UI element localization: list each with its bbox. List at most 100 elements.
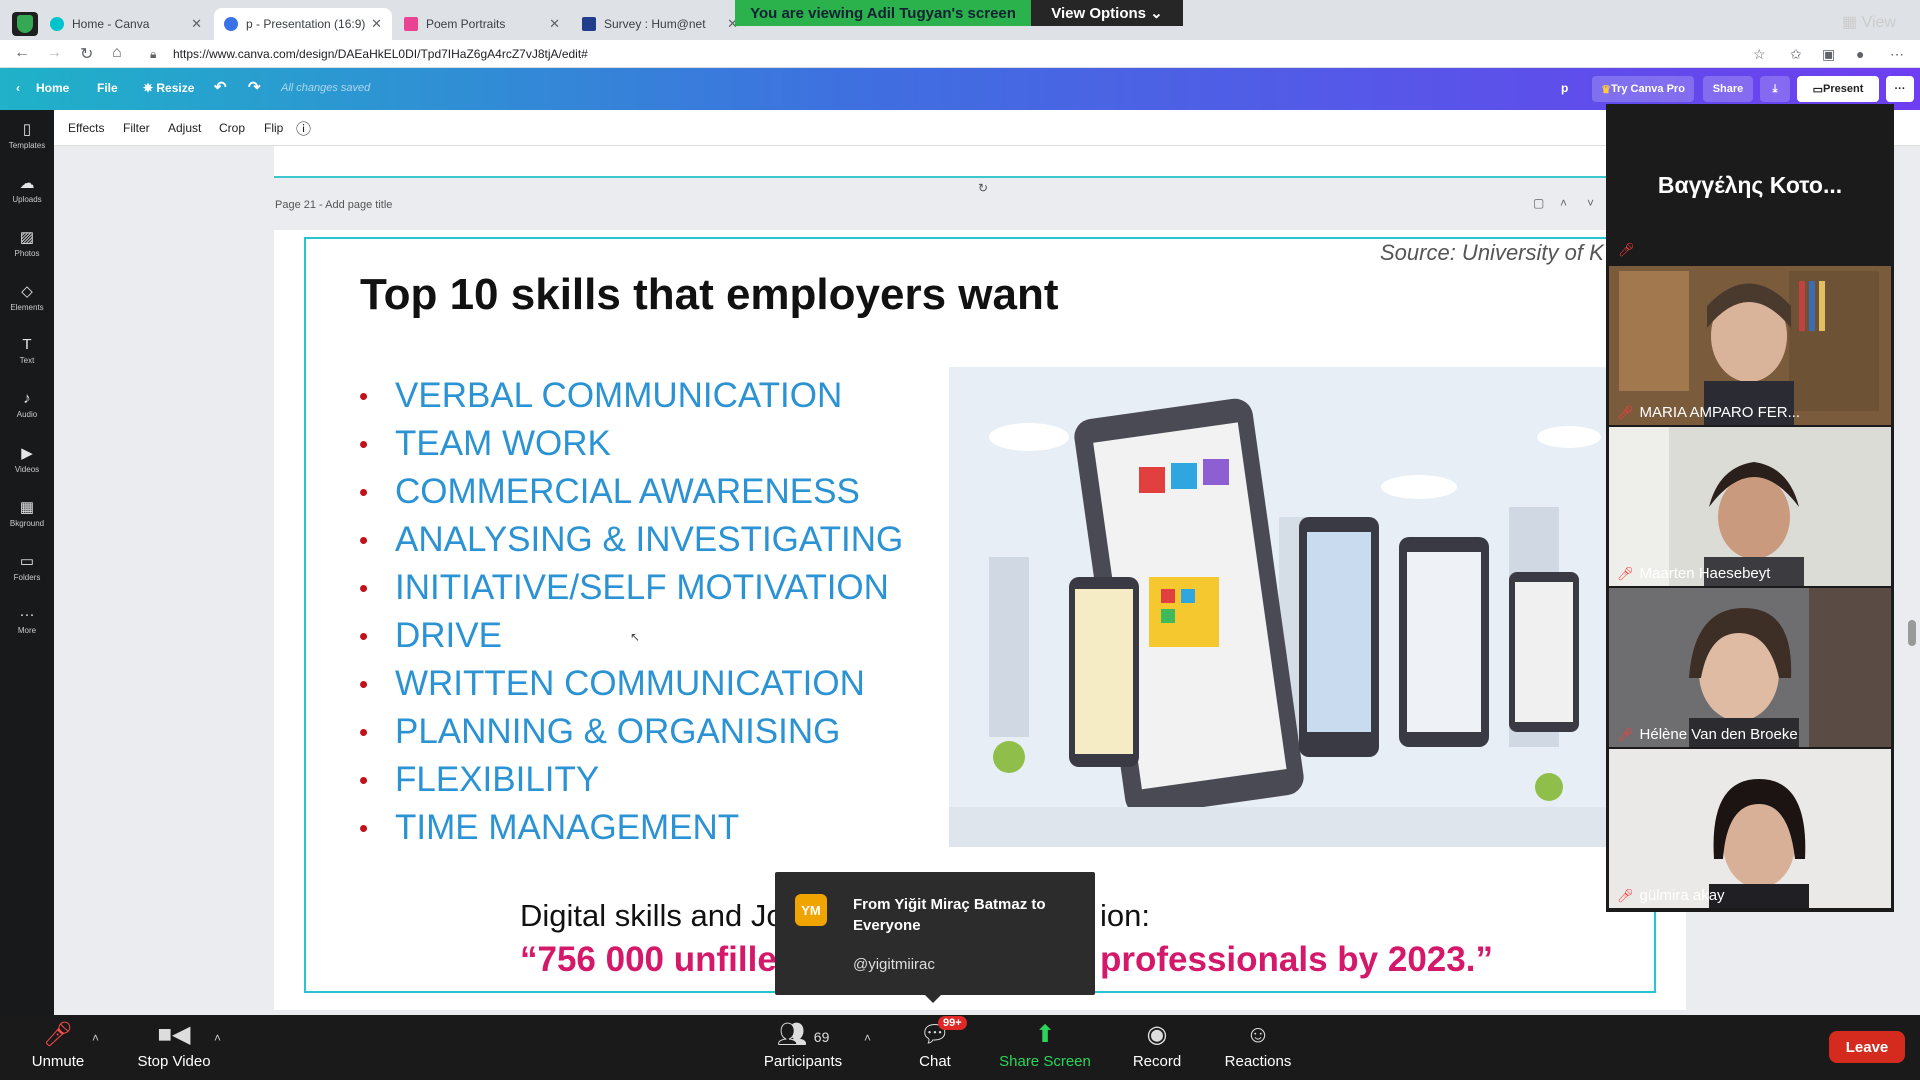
mic-muted-icon: 🎤︎ [1617,404,1634,420]
sidebar-item-uploads[interactable]: ☁ Uploads [0,174,54,204]
sidebar-item-elements[interactable]: ◇ Elements [0,282,54,312]
sidebar-item-audio[interactable]: ♪ Audio [0,390,54,419]
list-item: • TIME MANAGEMENT [355,804,915,852]
chevron-down-icon[interactable]: ˅ [1587,196,1594,210]
view-label: View [1861,14,1896,31]
source-text[interactable]: Source: University of K [1380,240,1604,266]
sidebar-item-folders[interactable]: ▭ Folders [0,552,54,582]
favorites-icon[interactable]: ✩ [1790,46,1802,63]
bookmark-star-icon[interactable]: ☆ [1753,46,1766,63]
redo-icon[interactable]: ↷ [248,78,261,96]
resize-button[interactable]: ✵ Resize [143,81,194,95]
download-icon[interactable]: ⤓ [1760,76,1790,102]
templates-icon: ▯ [22,121,32,138]
participants-button[interactable]: 👥︎ 69 Participants [758,1015,848,1080]
forward-icon[interactable]: → [46,44,62,62]
leave-button[interactable]: Leave [1829,1031,1905,1063]
rotate-icon[interactable]: ↻ [978,181,988,195]
adjust-button[interactable]: Adjust [168,121,201,135]
mic-muted-icon: 🎤︎ [42,1021,74,1048]
chevron-left-icon[interactable]: ‹ [16,81,20,95]
user-initial[interactable]: p [1561,81,1568,95]
skill-text: VERBAL COMMUNICATION [395,376,843,415]
sidebar-item-templates[interactable]: ▯ Templates [0,120,54,150]
quote-end[interactable]: professionals by 2023.” [1100,940,1493,980]
sidebar-label: Elements [10,303,44,312]
sidebar-label: Templates [8,141,46,150]
active-speaker-tile[interactable]: Βαγγέλης Κοτο... 🎤︎ [1608,104,1892,264]
chevron-up-icon[interactable]: ˄ [214,1031,221,1045]
share-screen-button[interactable]: ⬆ Share Screen [995,1015,1095,1080]
bullet-icon: • [359,620,369,651]
collections-icon[interactable]: ▣ [1822,46,1835,63]
tab-survey[interactable]: Survey : Hum@net ✕ [572,8,748,40]
reactions-label: Reactions [1224,1053,1292,1070]
url-field[interactable]: https://www.canva.com/design/DAEaHkEL0DI… [173,47,588,61]
tab-home-canva[interactable]: Home - Canva ✕ [40,8,212,40]
undo-icon[interactable]: ↶ [214,78,227,96]
reactions-button[interactable]: ☺ Reactions [1219,1015,1297,1080]
list-item: • COMMERCIAL AWARENESS [355,468,915,516]
view-options-button[interactable]: View Options ⌄ [1031,0,1183,26]
unmute-button[interactable]: 🎤︎ Unmute [18,1015,98,1080]
close-icon[interactable]: ✕ [191,16,202,32]
info-icon[interactable]: ⓘ [296,118,311,139]
back-icon[interactable]: ← [14,44,30,62]
more-options-icon[interactable]: ··· [1886,76,1914,102]
shield-icon[interactable] [12,12,38,36]
chat-notification[interactable]: YM From Yiğit Miraç Batmaz to Everyone @… [775,872,1095,1003]
resize-label: Resize [156,81,195,95]
share-button[interactable]: Share [1703,76,1753,102]
sidebar-item-text[interactable]: T Text [0,336,54,365]
skills-list[interactable]: • VERBAL COMMUNICATION • TEAM WORK • COMMER… [355,372,915,852]
effects-button[interactable]: Effects [68,121,104,135]
scrollbar[interactable] [1908,620,1916,646]
digital-workplace-illustration[interactable] [949,367,1606,847]
crop-button[interactable]: Crop [219,121,245,135]
sidebar-item-background[interactable]: ▦ Bkground [0,498,54,528]
page-title-label[interactable]: Page 21 - Add page title [275,199,392,211]
video-tile[interactable]: 🎤︎ MARIA AMPARO FER... [1609,266,1891,425]
notes-icon[interactable]: ▢ [1533,196,1544,210]
flip-button[interactable]: Flip [264,121,283,135]
avatar: YM [795,894,827,926]
present-button[interactable]: ▭ Present [1797,76,1879,102]
previous-page[interactable] [274,146,1686,178]
reload-icon[interactable]: ↻ [80,44,93,64]
sidebar-item-more[interactable]: ··· More [0,606,54,635]
unmute-label: Unmute [31,1053,85,1070]
filter-button[interactable]: Filter [123,121,150,135]
monitor-icon: ▭ [1812,83,1824,96]
chevron-up-icon[interactable]: ˄ [92,1031,99,1045]
slide-title[interactable]: Top 10 skills that employers want [360,270,1059,320]
view-button[interactable]: ▦ View [1842,12,1896,32]
chevron-up-icon[interactable]: ˄ [864,1031,871,1045]
video-tile[interactable]: 🎤︎ gülmira akay [1609,749,1891,908]
try-canva-pro-button[interactable]: ♛ Try Canva Pro [1592,76,1694,102]
tab-presentation[interactable]: p - Presentation (16:9) ✕ [214,8,392,40]
close-icon[interactable]: ✕ [371,16,382,32]
bottom-statement-end[interactable]: ion: [1100,898,1150,934]
record-button[interactable]: ◉ Record [1125,1015,1189,1080]
video-tile[interactable]: 🎤︎ Maarten Haesebeyt [1609,427,1891,586]
list-item: • WRITTEN COMMUNICATION [355,660,915,708]
elements-icon: ◇ [21,283,33,300]
menu-dots-icon[interactable]: ⋯ [1890,46,1904,63]
file-menu[interactable]: File [97,81,118,95]
participant-label: 🎤︎ MARIA AMPARO FER... [1617,404,1800,421]
quote-start[interactable]: “756 000 unfille [520,940,777,980]
profile-icon[interactable]: ● [1856,46,1864,62]
video-tile[interactable]: 🎤︎ Hélène Van den Broeke [1609,588,1891,747]
bottom-statement[interactable]: Digital skills and Jo [520,898,784,934]
home-icon[interactable]: ⌂ [112,44,122,62]
sidebar-item-photos[interactable]: ▨ Photos [0,228,54,258]
canva-favicon-icon [224,17,238,31]
close-icon[interactable]: ✕ [549,16,560,32]
stop-video-button[interactable]: ■◀ Stop Video [128,1015,220,1080]
sidebar-item-videos[interactable]: ▶ Videos [0,444,54,474]
chevron-up-icon[interactable]: ˄ [1560,196,1567,210]
tab-poem-portraits[interactable]: Poem Portraits ✕ [394,8,570,40]
participant-name: Hélène Van den Broeke [1639,726,1798,743]
canva-favicon-icon [50,17,64,31]
home-link[interactable]: Home [36,81,69,95]
